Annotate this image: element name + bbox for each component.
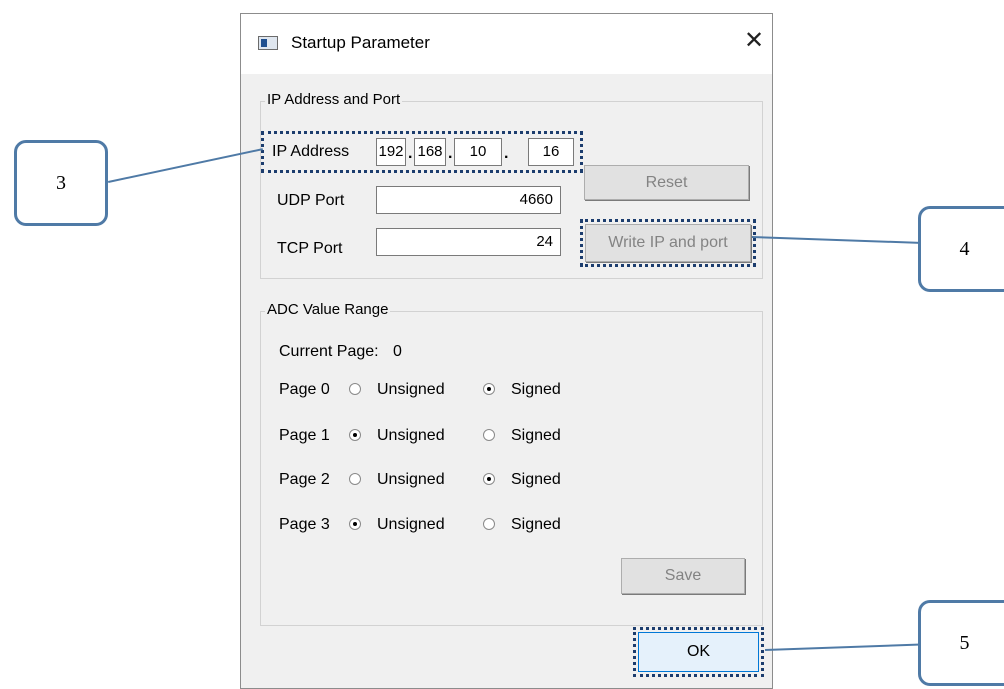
reset-button[interactable]: Reset: [584, 165, 749, 200]
page-0-unsigned-radio[interactable]: [349, 383, 361, 395]
page-3-signed-radio[interactable]: [483, 518, 495, 530]
page-1-signed-label[interactable]: Signed: [511, 427, 561, 445]
callout-4-leader-line: [751, 236, 920, 244]
save-button[interactable]: Save: [621, 558, 745, 594]
close-icon[interactable]: ✕: [739, 26, 769, 56]
current-page-value: 0: [393, 343, 402, 360]
page-2-signed-label[interactable]: Signed: [511, 471, 561, 489]
ip-separator: .: [504, 145, 509, 162]
page-3-label: Page 3: [279, 516, 330, 533]
startup-parameter-dialog: Startup Parameter ✕ IP Address and Port …: [240, 13, 773, 689]
page-0-signed-label[interactable]: Signed: [511, 381, 561, 399]
adc-group-title: ADC Value Range: [265, 301, 391, 318]
page-0-unsigned-label[interactable]: Unsigned: [377, 381, 445, 399]
udp-port-input[interactable]: 4660: [376, 186, 561, 214]
ip-group-title: IP Address and Port: [265, 91, 403, 108]
page-2-label: Page 2: [279, 471, 330, 488]
page-2-signed-radio[interactable]: [483, 473, 495, 485]
title-bar: Startup Parameter ✕: [241, 14, 772, 74]
callout-5-leader-line: [765, 643, 921, 651]
current-page-label: Current Page:: [279, 343, 379, 360]
write-ip-and-port-button[interactable]: Write IP and port: [580, 219, 756, 267]
page-2-unsigned-radio[interactable]: [349, 473, 361, 485]
ip-address-label: IP Address: [272, 143, 350, 160]
page-1-signed-radio[interactable]: [483, 429, 495, 441]
ip-octet-2-input[interactable]: 168: [414, 138, 446, 166]
page-3-unsigned-radio[interactable]: [349, 518, 361, 530]
window-title: Startup Parameter: [291, 33, 430, 52]
tcp-port-input[interactable]: 24: [376, 228, 561, 256]
udp-port-label: UDP Port: [277, 192, 345, 209]
page-1-label: Page 1: [279, 427, 330, 444]
tcp-port-label: TCP Port: [277, 240, 343, 257]
callout-4-box: 4: [918, 206, 1004, 292]
page-1-unsigned-radio[interactable]: [349, 429, 361, 441]
page-3-unsigned-label[interactable]: Unsigned: [377, 516, 445, 534]
page-1-unsigned-label[interactable]: Unsigned: [377, 427, 445, 445]
ip-separator: .: [408, 145, 413, 162]
callout-3-box: 3: [14, 140, 108, 226]
ip-separator: .: [448, 145, 453, 162]
page-2-unsigned-label[interactable]: Unsigned: [377, 471, 445, 489]
page-3-signed-label[interactable]: Signed: [511, 516, 561, 534]
callout-5-box: 5: [918, 600, 1004, 686]
page-0-label: Page 0: [279, 381, 330, 398]
page-0-signed-radio[interactable]: [483, 383, 495, 395]
app-window-icon: [258, 36, 278, 50]
ip-octet-4-input[interactable]: 16: [528, 138, 574, 166]
ip-octet-1-input[interactable]: 192: [376, 138, 406, 166]
ok-button[interactable]: OK: [633, 627, 764, 677]
ip-octet-3-input[interactable]: 10: [454, 138, 502, 166]
